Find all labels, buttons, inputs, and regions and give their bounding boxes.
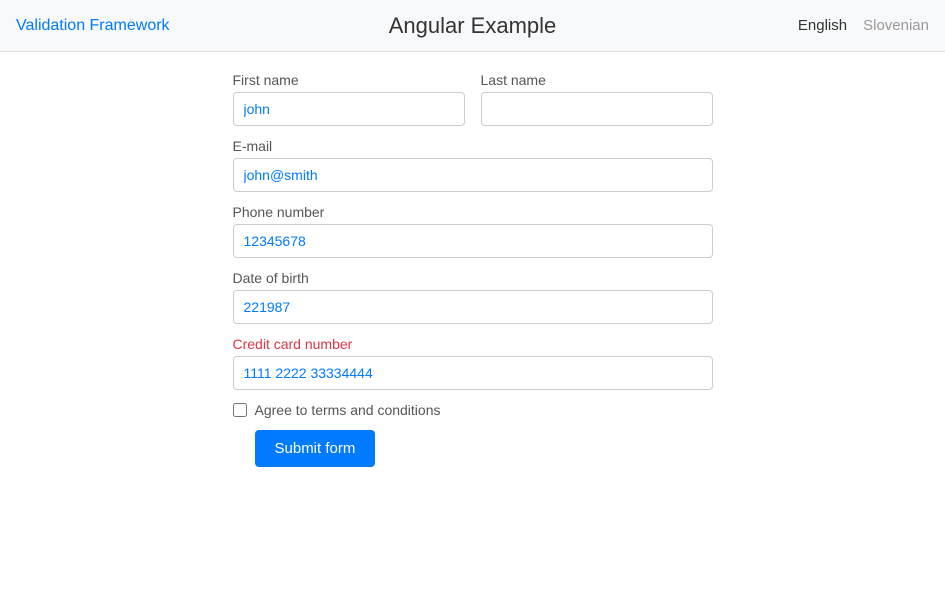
credit-card-group: Credit card number (233, 336, 713, 390)
terms-label: Agree to terms and conditions (255, 402, 441, 418)
phone-group: Phone number (233, 204, 713, 258)
last-name-input[interactable] (481, 92, 713, 126)
credit-card-label: Credit card number (233, 336, 713, 352)
language-links: English Slovenian (798, 17, 929, 34)
main-content: First name Last name E-mail Phone number… (0, 52, 945, 611)
email-group: E-mail (233, 138, 713, 192)
navbar: Validation Framework Angular Example Eng… (0, 0, 945, 52)
email-label: E-mail (233, 138, 713, 154)
credit-card-input[interactable] (233, 356, 713, 390)
submit-button[interactable]: Submit form (255, 430, 376, 467)
form-container: First name Last name E-mail Phone number… (233, 72, 713, 611)
email-input[interactable] (233, 158, 713, 192)
brand-logo: Validation Framework (16, 17, 170, 35)
last-name-label: Last name (481, 72, 713, 88)
first-name-group: First name (233, 72, 465, 126)
dob-group: Date of birth (233, 270, 713, 324)
phone-input[interactable] (233, 224, 713, 258)
first-name-input[interactable] (233, 92, 465, 126)
dob-input[interactable] (233, 290, 713, 324)
terms-checkbox[interactable] (233, 403, 247, 417)
brand-prefix: Validation (16, 17, 90, 34)
page-title: Angular Example (389, 13, 557, 39)
last-name-group: Last name (481, 72, 713, 126)
first-name-label: First name (233, 72, 465, 88)
lang-english[interactable]: English (798, 17, 847, 34)
lang-slovenian[interactable]: Slovenian (863, 17, 929, 34)
brand-highlight: Framework (90, 17, 170, 34)
terms-row: Agree to terms and conditions (233, 402, 713, 418)
dob-label: Date of birth (233, 270, 713, 286)
name-row: First name Last name (233, 72, 713, 126)
phone-label: Phone number (233, 204, 713, 220)
